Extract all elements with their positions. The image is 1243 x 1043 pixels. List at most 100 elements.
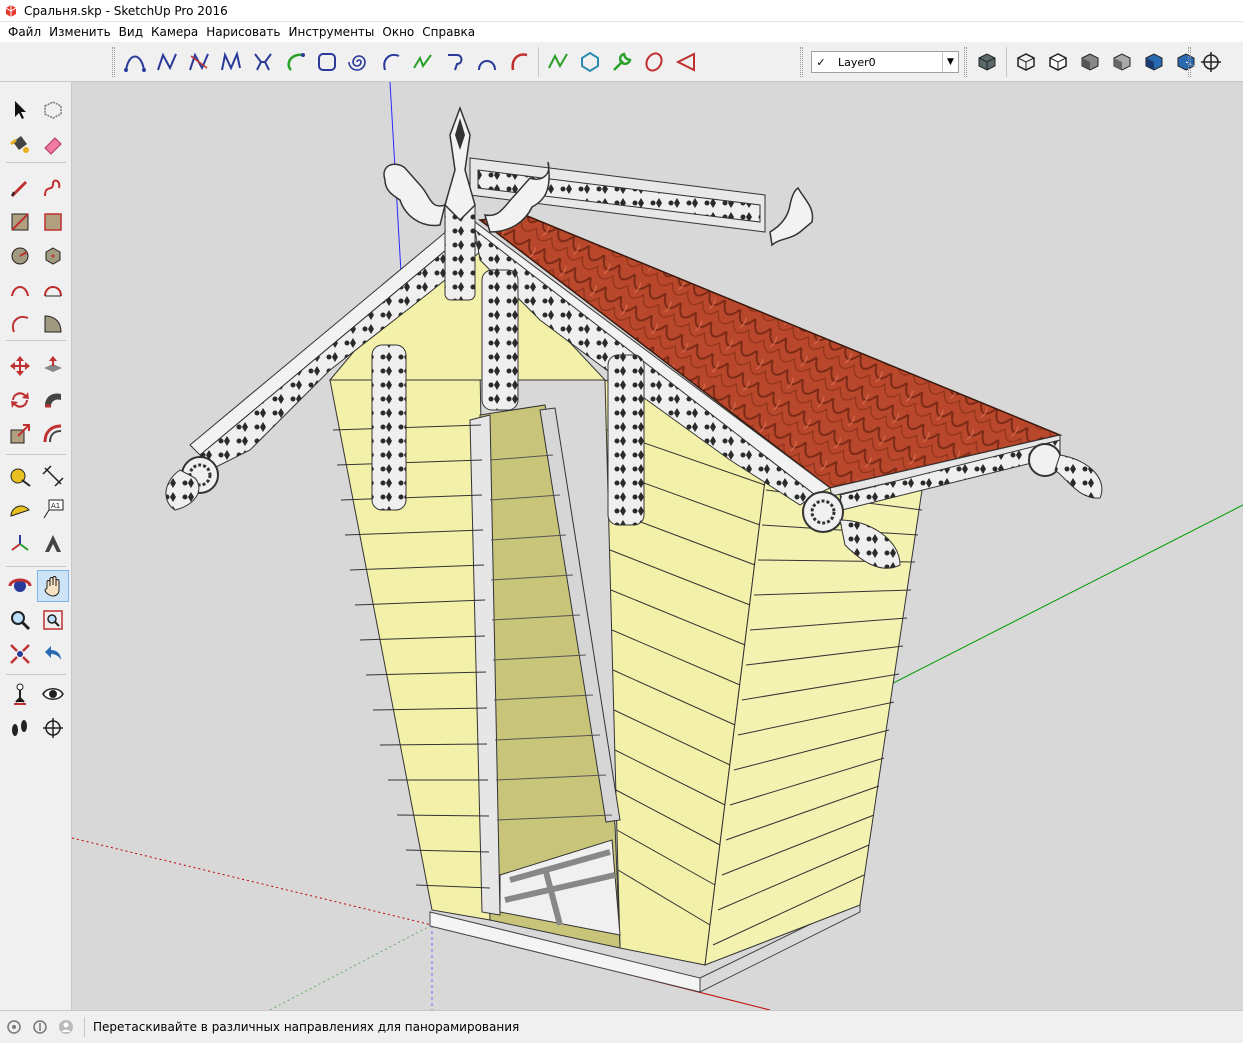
layer-dropdown[interactable]: ✓ Layer0 ▼: [811, 51, 959, 73]
follow-me-icon[interactable]: [37, 384, 69, 416]
shaded-style-icon[interactable]: [1074, 46, 1106, 78]
rounded-rect-icon[interactable]: [311, 46, 343, 78]
toolbar-separator: [6, 566, 66, 567]
push-pull-icon[interactable]: [37, 350, 69, 382]
previous-view-icon[interactable]: [37, 638, 69, 670]
chevron-down-icon[interactable]: ▼: [942, 52, 958, 72]
hook-curve-icon[interactable]: [439, 46, 471, 78]
zoom-extents-icon[interactable]: [4, 638, 36, 670]
user-icon[interactable]: [58, 1019, 74, 1035]
menu-edit[interactable]: Изменить: [45, 22, 115, 42]
orbit-icon[interactable]: [4, 570, 36, 602]
credits-icon[interactable]: [32, 1019, 48, 1035]
toolbar-separator: [6, 454, 66, 455]
dimension-icon[interactable]: [37, 460, 69, 492]
move-icon[interactable]: [4, 350, 36, 382]
menu-file[interactable]: Файл: [4, 22, 45, 42]
zoom-icon[interactable]: [4, 604, 36, 636]
monochrome-style-icon[interactable]: [1138, 46, 1170, 78]
section-icon[interactable]: [37, 712, 69, 744]
horse-head-left[interactable]: [383, 163, 447, 227]
tape-measure-icon[interactable]: [4, 460, 36, 492]
menu-view[interactable]: Вид: [115, 22, 147, 42]
carved-post-right[interactable]: [607, 354, 645, 526]
pie-icon[interactable]: [37, 308, 69, 340]
protractor-icon[interactable]: [4, 494, 36, 526]
shaded-texture-style-icon[interactable]: [1106, 46, 1138, 78]
3d-text-icon[interactable]: [37, 528, 69, 560]
toolbar-grip[interactable]: [112, 47, 115, 77]
freehand-spline-icon[interactable]: [215, 46, 247, 78]
arc-icon[interactable]: [4, 274, 36, 306]
rotated-rectangle-icon[interactable]: [37, 206, 69, 238]
status-message: Перетаскивайте в различных направлениях …: [93, 1020, 520, 1034]
toolbar-separator: [538, 47, 539, 77]
eraser-icon[interactable]: [37, 128, 69, 160]
paint-bucket-icon[interactable]: [4, 128, 36, 160]
three-point-arc-icon[interactable]: [4, 308, 36, 340]
main-toolbar: ✓ Layer0 ▼: [0, 42, 1243, 82]
rectangle-icon[interactable]: [4, 206, 36, 238]
status-divider: [84, 1017, 85, 1037]
red-arc-icon[interactable]: [503, 46, 535, 78]
zoom-window-icon[interactable]: [37, 604, 69, 636]
hidden-line-style-icon[interactable]: [1042, 46, 1074, 78]
rosette-right: [802, 491, 844, 533]
scale-icon[interactable]: [4, 418, 36, 450]
xray-style-icon[interactable]: [971, 46, 1003, 78]
geo-location-icon[interactable]: [6, 1019, 22, 1035]
red-axis-hidden: [72, 837, 433, 926]
ellipse-icon[interactable]: [638, 46, 670, 78]
freehand-icon[interactable]: [37, 172, 69, 204]
section-plane-icon[interactable]: [1195, 46, 1227, 78]
half-arc-icon[interactable]: [471, 46, 503, 78]
look-around-icon[interactable]: [37, 678, 69, 710]
wrench-icon[interactable]: [606, 46, 638, 78]
menu-draw[interactable]: Нарисовать: [202, 22, 284, 42]
model-viewport[interactable]: [72, 82, 1243, 1010]
arc-icon[interactable]: [279, 46, 311, 78]
zigzag-icon[interactable]: [407, 46, 439, 78]
front-wall-left[interactable]: [329, 369, 491, 921]
carved-post-center[interactable]: [481, 269, 519, 411]
sketchup-window: Сральня.skp - SketchUp Pro 2016 Файл Изм…: [0, 0, 1243, 1043]
menu-camera[interactable]: Камера: [147, 22, 202, 42]
offset-icon[interactable]: [37, 418, 69, 450]
rotate-icon[interactable]: [4, 384, 36, 416]
carved-post-left[interactable]: [371, 344, 407, 511]
text-icon[interactable]: A1: [37, 494, 69, 526]
bspline-icon[interactable]: [542, 46, 574, 78]
polygon-tool-icon[interactable]: [37, 240, 69, 272]
catenary-icon[interactable]: [247, 46, 279, 78]
position-camera-icon[interactable]: [4, 678, 36, 710]
model-scene[interactable]: [72, 82, 1243, 1010]
spiral-icon[interactable]: [343, 46, 375, 78]
toolbar-separator: [1006, 47, 1007, 77]
toolbar-grip[interactable]: [964, 47, 967, 77]
select-icon[interactable]: [4, 94, 36, 126]
make-component-icon[interactable]: [37, 94, 69, 126]
menu-help[interactable]: Справка: [418, 22, 479, 42]
arc-3pt-icon[interactable]: [375, 46, 407, 78]
bezier-curve-icon[interactable]: [119, 46, 151, 78]
layers-group: ✓ Layer0 ▼: [800, 44, 959, 80]
tool-group-select: [4, 94, 70, 162]
walk-icon[interactable]: [4, 712, 36, 744]
axes-icon[interactable]: [4, 528, 36, 560]
menu-bar: Файл Изменить Вид Камера Нарисовать Инст…: [0, 22, 1243, 42]
wireframe-style-icon[interactable]: [1010, 46, 1042, 78]
polyline-icon[interactable]: [151, 46, 183, 78]
tool-group-construct: A1: [4, 460, 70, 562]
horse-head-right[interactable]: [769, 186, 814, 247]
two-point-arc-icon[interactable]: [37, 274, 69, 306]
pencil-icon[interactable]: [4, 172, 36, 204]
spline-icon[interactable]: [183, 46, 215, 78]
circle-icon[interactable]: [4, 240, 36, 272]
menu-tools[interactable]: Инструменты: [285, 22, 379, 42]
toolbar-grip[interactable]: [800, 47, 803, 77]
toolbar-grip[interactable]: [1188, 47, 1191, 77]
polygon-icon[interactable]: [574, 46, 606, 78]
menu-window[interactable]: Окно: [378, 22, 418, 42]
pan-icon[interactable]: [37, 570, 69, 602]
cone-icon[interactable]: [670, 46, 702, 78]
